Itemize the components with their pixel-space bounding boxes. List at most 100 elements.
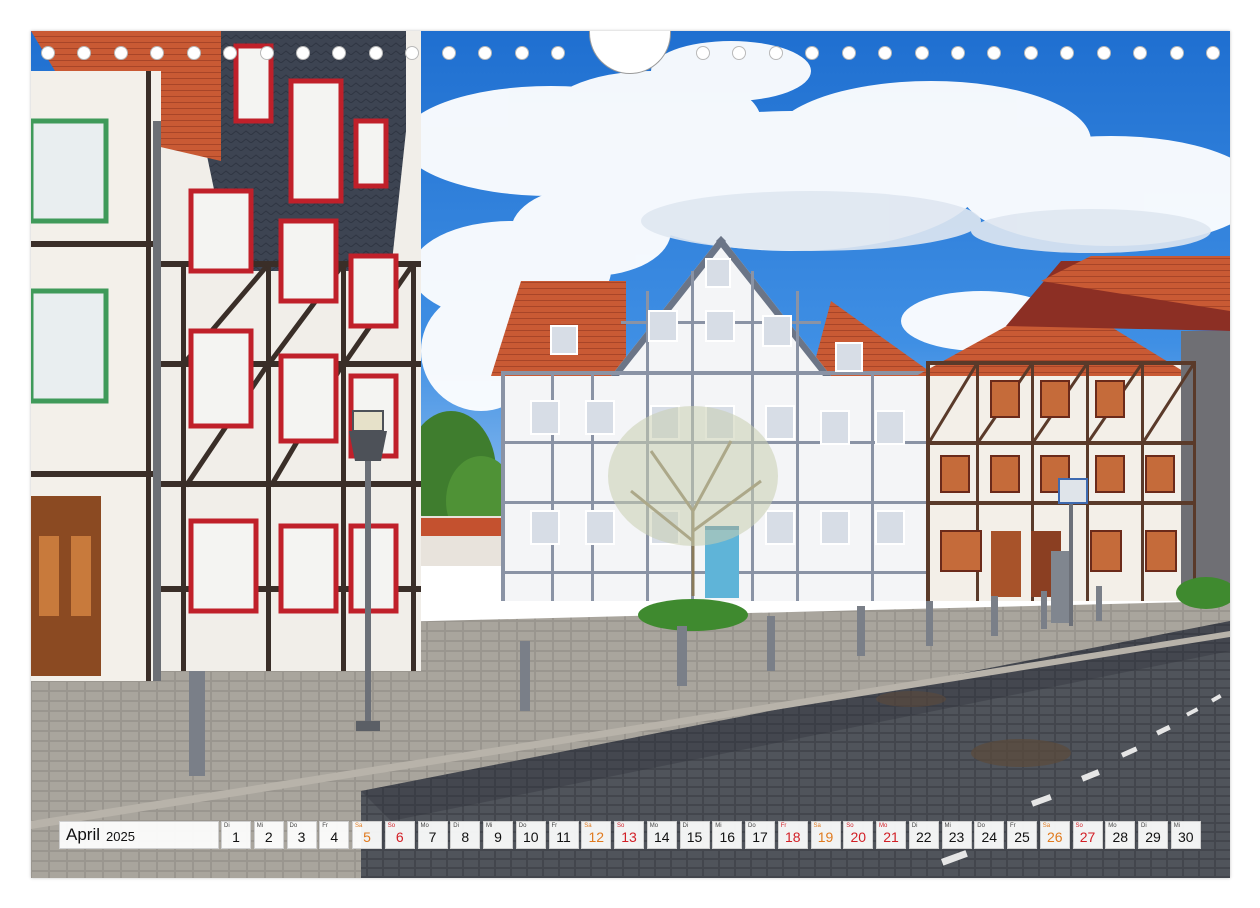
day-number: 21 [883, 829, 899, 845]
binding-hole [186, 46, 201, 60]
day-cell: Di 22 [908, 821, 939, 849]
day-cell: Mo 7 [417, 821, 448, 849]
day-weekday-label: So [387, 823, 396, 829]
day-cell: Sa 12 [581, 821, 612, 849]
day-cell: Fr 4 [319, 821, 350, 849]
binding-hole [987, 46, 1002, 60]
day-number: 28 [1112, 829, 1129, 845]
day-weekday-label: Di [224, 823, 230, 829]
day-number: 18 [784, 829, 801, 845]
day-number: 10 [522, 829, 539, 845]
day-number: 2 [264, 829, 273, 845]
day-cell: Do 24 [974, 821, 1005, 849]
day-cell: Mi 2 [253, 821, 284, 849]
day-number: 12 [588, 829, 605, 845]
binding-hole [441, 46, 456, 60]
binding-hole [1206, 46, 1220, 60]
day-cell: Sa 5 [352, 821, 382, 849]
binding-hole [296, 46, 310, 60]
day-cell: Di 1 [221, 821, 251, 849]
day-number: 15 [686, 829, 703, 845]
day-cell: Di 8 [450, 821, 481, 849]
calendar-page: April 2025 Di 1 Mi 2 Do 3 Fr 4 Sa 5 So 6 Mo 7 Di 8 Mi 9 Do… [0, 0, 1260, 908]
day-number: 17 [752, 829, 768, 845]
binding-hole [332, 46, 347, 60]
day-number: 16 [719, 829, 736, 845]
day-cell: Mi 23 [941, 821, 972, 849]
binding-hole [514, 46, 529, 60]
day-number: 20 [850, 829, 867, 845]
day-cell: Sa 26 [1039, 821, 1070, 849]
day-cell: Mi 9 [483, 821, 513, 849]
binding-hole [223, 46, 238, 60]
day-weekday-label: Mi [486, 823, 493, 829]
month-year: 2025 [106, 829, 135, 844]
binding-hole [732, 46, 747, 60]
day-number: 29 [1145, 829, 1161, 845]
calendar-strip: April 2025 Di 1 Mi 2 Do 3 Fr 4 Sa 5 So 6 Mo 7 Di 8 Mi 9 Do… [59, 821, 1204, 849]
binding-hole [696, 46, 710, 60]
day-weekday-label: Fr [322, 823, 328, 829]
day-cell: Do 3 [286, 821, 317, 849]
day-number: 4 [330, 829, 339, 845]
binding-hole [1096, 46, 1111, 60]
binding-hole [914, 46, 929, 60]
day-cell: Mo 14 [646, 821, 677, 849]
day-cell: Fr 18 [777, 821, 808, 849]
day-cell: Fr 11 [548, 821, 579, 849]
day-number: 7 [428, 829, 437, 845]
binding-hole [1133, 46, 1148, 60]
day-number: 19 [817, 829, 834, 845]
day-number: 26 [1046, 829, 1063, 845]
day-number: 25 [1014, 829, 1030, 845]
day-number: 13 [621, 829, 637, 845]
binding-hole [150, 46, 165, 60]
day-cell: Do 10 [515, 821, 546, 849]
binding-hole [841, 46, 856, 60]
month-name: April [66, 825, 101, 844]
day-number: 8 [461, 829, 470, 845]
day-cell: So 20 [843, 821, 874, 849]
day-cells: Di 1 Mi 2 Do 3 Fr 4 Sa 5 So 6 Mo 7 Di 8 Mi 9 Do 10 Fr 11 Sa 12 S… [221, 821, 1204, 849]
day-cell: So 6 [384, 821, 415, 849]
binding-hole [1169, 46, 1184, 60]
day-number: 24 [981, 829, 998, 845]
day-number: 11 [556, 829, 571, 845]
half-timbered-houses-photo-icon [31, 31, 1230, 878]
binding-hole [951, 46, 965, 60]
day-weekday-label: Mi [256, 823, 264, 829]
binding-hole [478, 46, 493, 60]
binding-hole [77, 46, 92, 60]
day-number: 5 [363, 829, 371, 845]
binding-hole [768, 46, 783, 60]
binding-hole [805, 46, 820, 60]
binding-hole [1023, 46, 1038, 60]
day-weekday-label: Mo [420, 823, 429, 829]
binding-hole [878, 46, 893, 60]
day-number: 22 [915, 829, 932, 845]
day-weekday-label: Di [453, 823, 459, 829]
day-cell: Mo 28 [1105, 821, 1136, 849]
binding-hole [113, 46, 128, 60]
spiral-binding-holes-icon [0, 44, 1260, 64]
calendar-photo [31, 31, 1230, 878]
day-weekday-label: Sa [355, 823, 363, 829]
day-number: 6 [395, 829, 404, 845]
day-number: 1 [232, 829, 240, 845]
day-cell: Di 15 [679, 821, 710, 849]
binding-hole [259, 46, 274, 60]
day-cell: So 13 [614, 821, 644, 849]
day-cell: Sa 19 [810, 821, 841, 849]
day-cell: So 27 [1072, 821, 1103, 849]
day-number: 9 [494, 829, 502, 845]
binding-hole [1060, 46, 1075, 60]
day-number: 3 [297, 829, 306, 845]
day-cell: Di 29 [1138, 821, 1168, 849]
binding-hole [41, 46, 55, 60]
day-number: 30 [1177, 829, 1194, 845]
binding-hole [405, 46, 420, 60]
binding-hole [368, 46, 383, 60]
day-cell: Mi 16 [712, 821, 743, 849]
day-number: 27 [1079, 829, 1096, 845]
binding-hole [551, 46, 565, 60]
